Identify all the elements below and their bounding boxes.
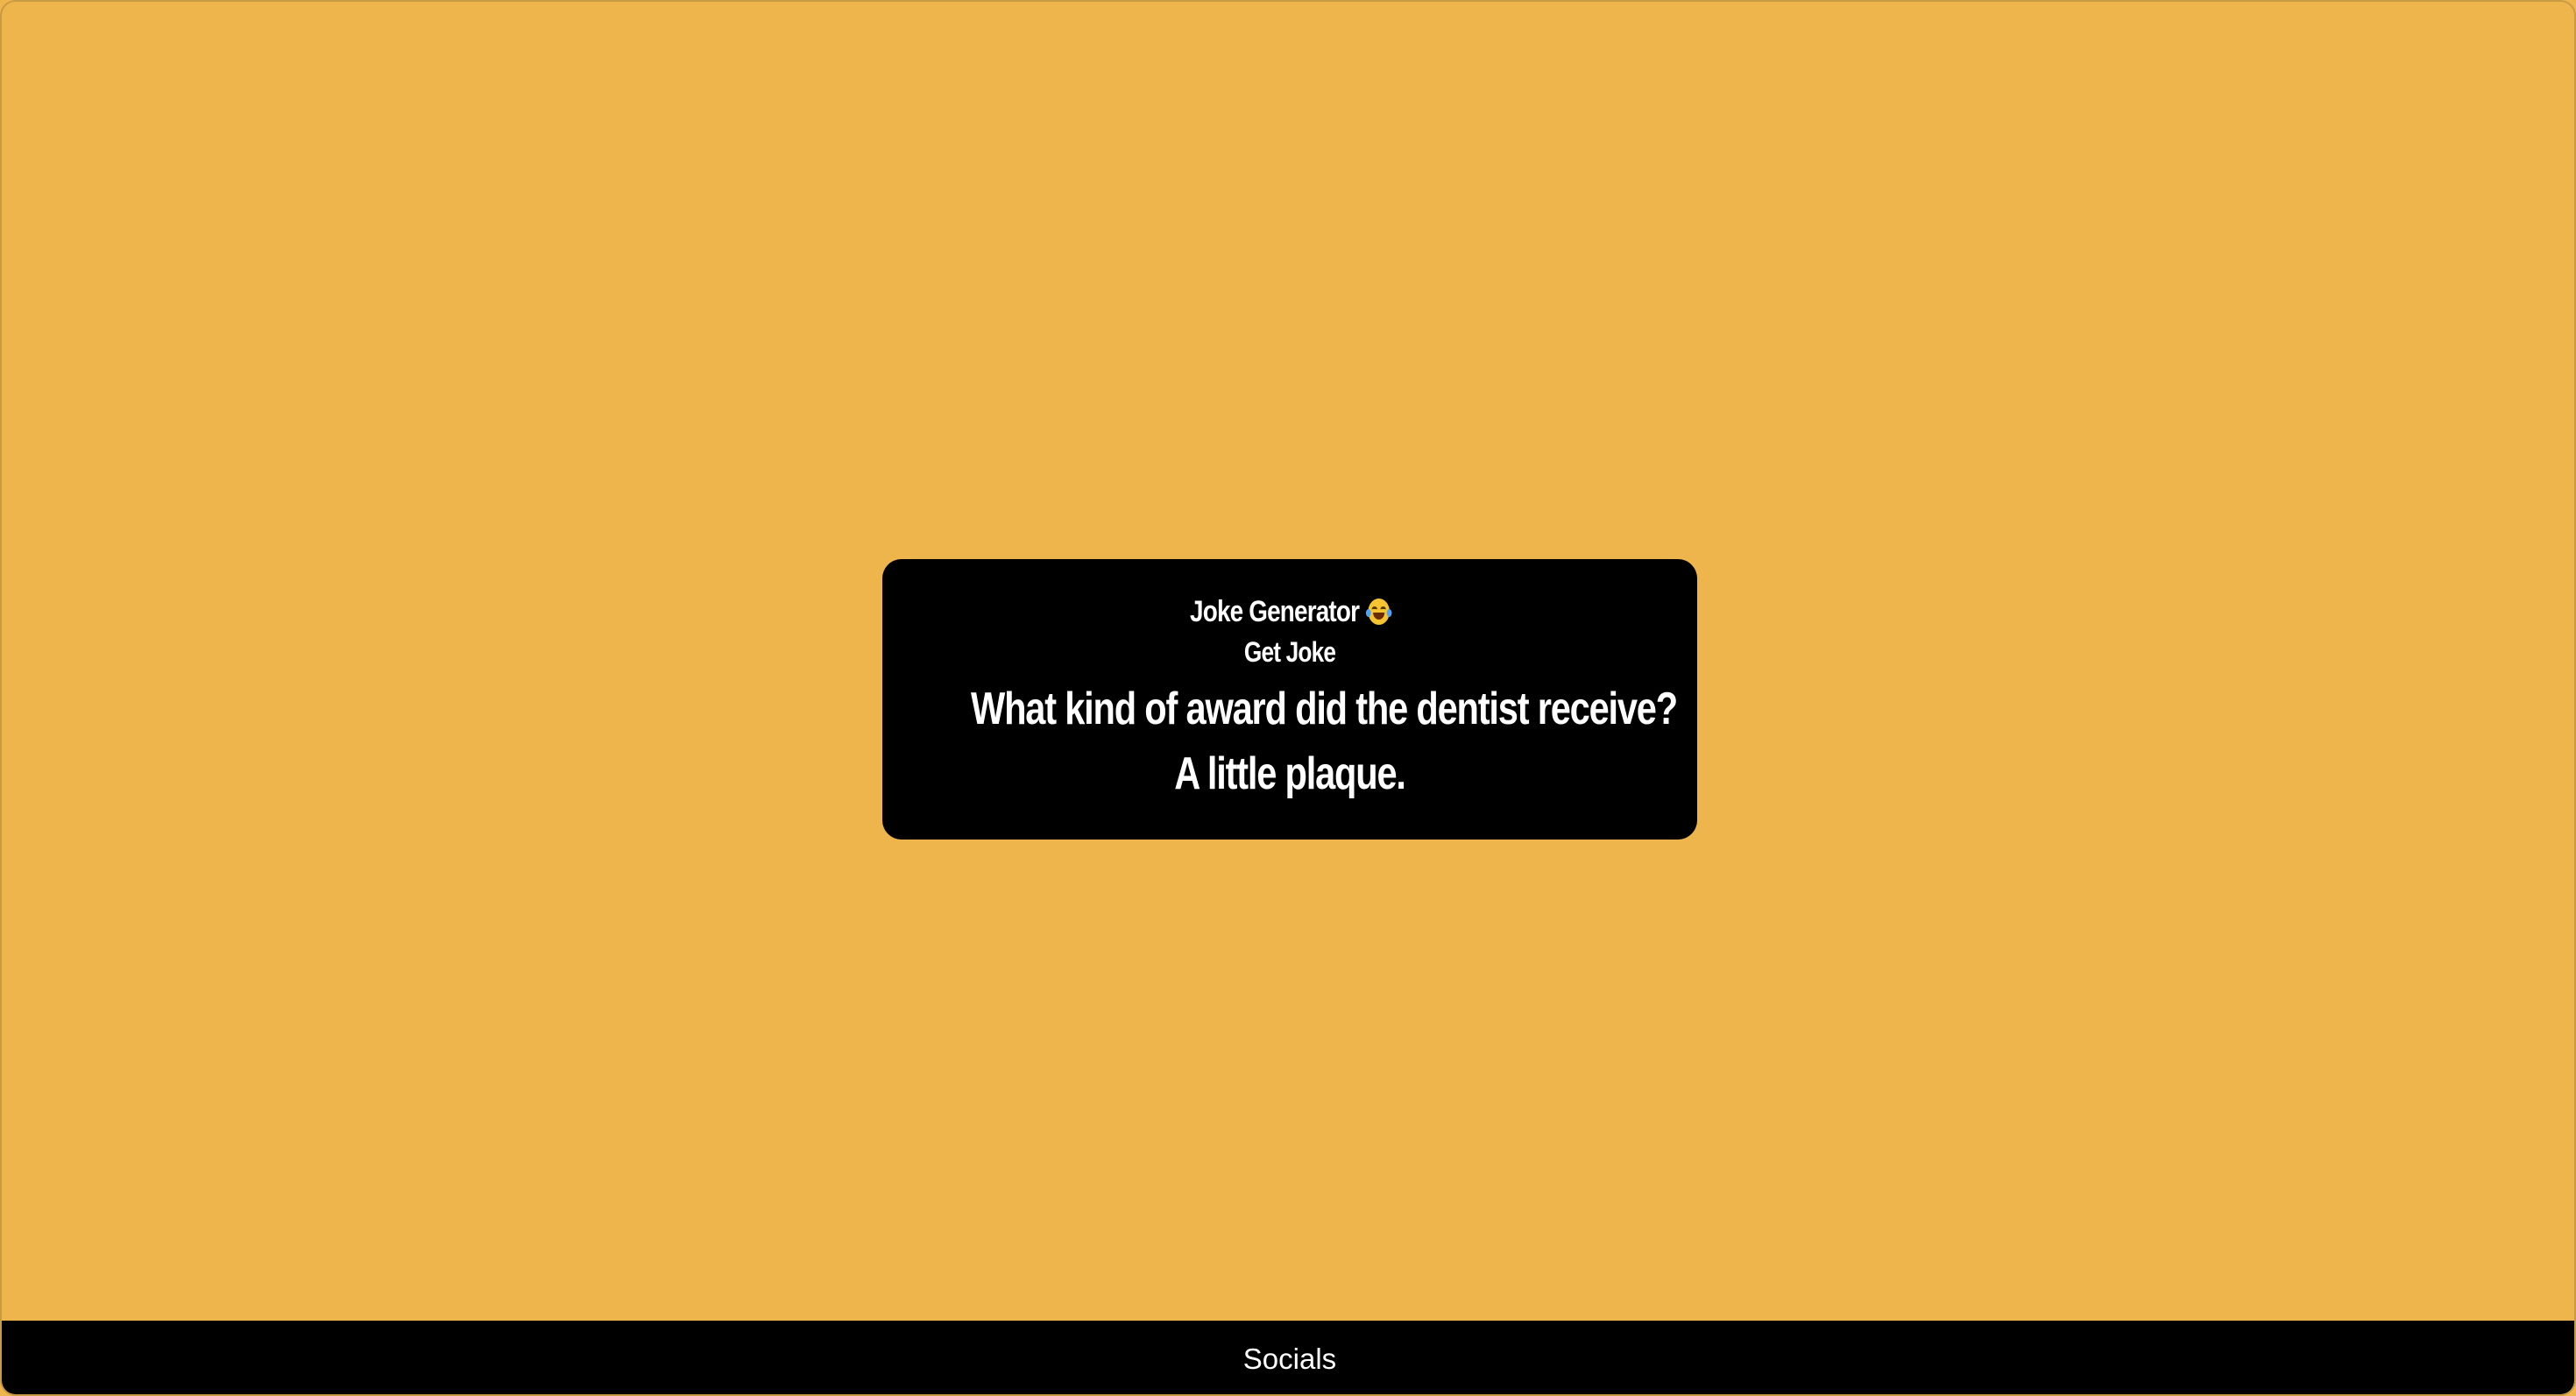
joke-setup: What kind of award did the dentist recei…	[971, 684, 1678, 734]
get-joke-button[interactable]: Get Joke	[1240, 634, 1340, 670]
main-area: Joke Generator Get Joke What kind of awa…	[2, 2, 2574, 1321]
footer-bar: Socials	[2, 1321, 2574, 1394]
joke-card: Joke Generator Get Joke What kind of awa…	[882, 559, 1697, 840]
joke-punchline: A little plaque.	[1174, 748, 1406, 799]
page-title: Joke Generator	[956, 592, 1624, 631]
socials-link[interactable]: Socials	[1243, 1343, 1336, 1376]
title-text: Joke Generator	[1190, 595, 1360, 628]
laughing-tears-emoji-icon	[1365, 599, 1392, 625]
joke-text: What kind of award did the dentist recei…	[971, 677, 1678, 806]
app-window: Joke Generator Get Joke What kind of awa…	[0, 0, 2576, 1396]
